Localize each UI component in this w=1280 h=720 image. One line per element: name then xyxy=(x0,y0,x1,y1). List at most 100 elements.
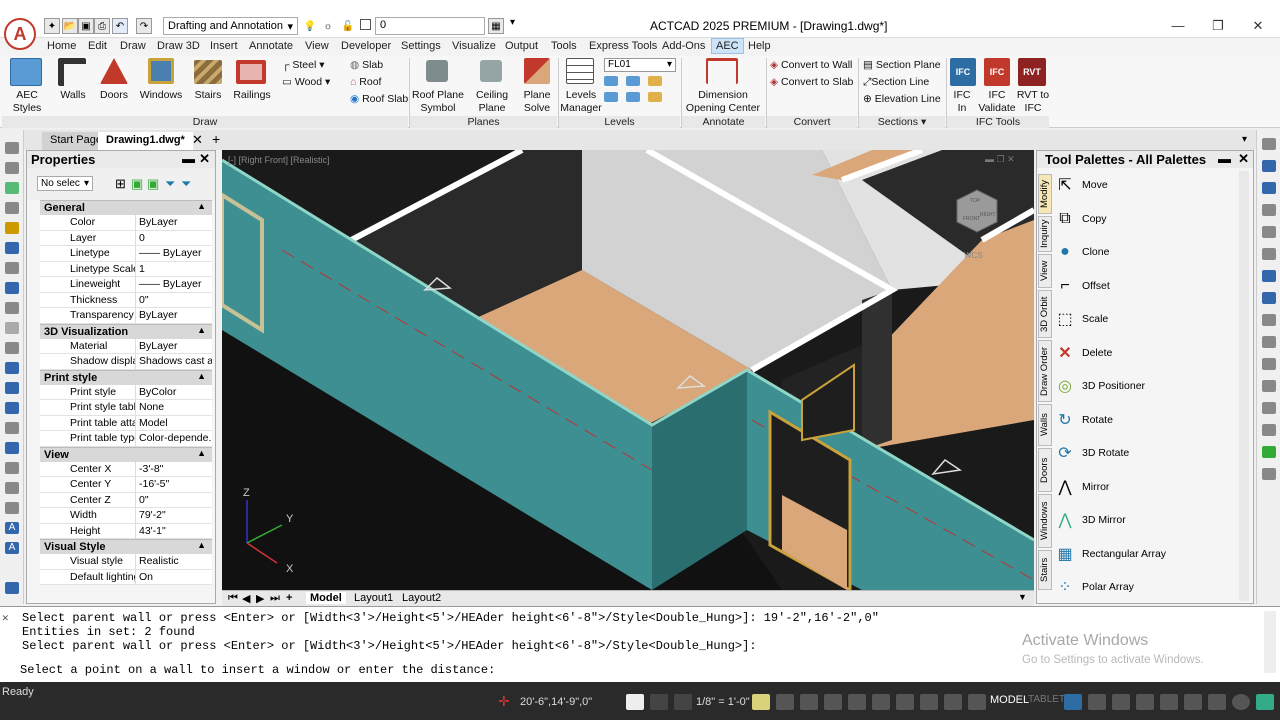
workspace-select[interactable]: Drafting and Annotation ▾ xyxy=(163,17,298,35)
slab-button[interactable]: ◍ Slab xyxy=(350,59,383,72)
menu-visualize[interactable]: Visualize xyxy=(452,40,496,52)
revision-cloud-icon[interactable] xyxy=(5,442,19,454)
levels-manager-button[interactable]: Levels Manager xyxy=(560,89,602,115)
region-icon[interactable] xyxy=(5,342,19,354)
tab-doors[interactable]: Doors xyxy=(1038,448,1052,492)
dynamic-input-icon[interactable] xyxy=(872,694,890,710)
menu-settings[interactable]: Settings xyxy=(401,40,441,52)
property-value[interactable]: Shadows cast a... xyxy=(136,354,212,369)
property-value[interactable]: -3'-8" xyxy=(136,462,212,477)
info-icon[interactable] xyxy=(1232,694,1250,710)
chevron-down-icon[interactable]: ▾ xyxy=(1242,134,1247,145)
osnap-icon[interactable] xyxy=(1262,160,1276,172)
menu-express-tools[interactable]: Express Tools xyxy=(589,40,657,52)
coordinates-readout[interactable]: 20'-6",14'-9",0" xyxy=(520,696,592,708)
rvt-to-ifc-button[interactable]: RVT to IFC xyxy=(1016,89,1050,115)
elevation-line-button[interactable]: ⊕ Elevation Line xyxy=(863,93,941,106)
close-icon[interactable]: ✕ xyxy=(2,611,9,625)
quadrant-icon[interactable] xyxy=(1262,270,1276,282)
undo-icon[interactable]: ↶ xyxy=(112,18,128,34)
quick-select-icon[interactable]: ▣ xyxy=(131,176,143,192)
tool-3d-rotate[interactable]: ⟳ 3D Rotate xyxy=(1052,439,1129,467)
dimension-opening-button[interactable]: Dimension Opening Center xyxy=(684,89,762,115)
tool-rotate[interactable]: ↻ Rotate xyxy=(1052,406,1113,434)
level-tool-icon[interactable] xyxy=(648,76,662,86)
tab-3d-orbit[interactable]: 3D Orbit xyxy=(1038,290,1052,338)
property-row[interactable]: Transparency ByLayer xyxy=(40,308,212,324)
hardware-acceleration-icon[interactable] xyxy=(1136,694,1154,710)
tab-layout1[interactable]: Layout1 xyxy=(350,592,397,604)
lock-ui-icon[interactable] xyxy=(1088,694,1106,710)
convert-to-wall-button[interactable]: ◈ Convert to Wall xyxy=(770,59,852,72)
menu-help[interactable]: Help xyxy=(748,40,771,52)
level-tool-icon[interactable] xyxy=(626,76,640,86)
lightbulb-icon[interactable]: 💡 xyxy=(302,18,318,34)
tab-drawing1[interactable]: Drawing1.dwg* xyxy=(98,132,193,150)
lock-icon[interactable]: 🔓 xyxy=(340,18,356,34)
plane-solve-button[interactable]: Plane Solve xyxy=(520,89,554,115)
layer-select[interactable]: 0 xyxy=(375,17,485,35)
property-row[interactable]: Thickness 0" xyxy=(40,292,212,308)
property-row[interactable]: Visual style Realistic xyxy=(40,554,212,570)
property-row[interactable]: Shadow displayShadows cast a... xyxy=(40,354,212,370)
tool-delete[interactable]: ✕ Delete xyxy=(1052,339,1112,367)
tab-walls[interactable]: Walls xyxy=(1038,404,1052,446)
level-tool-icon[interactable] xyxy=(648,92,662,102)
new-icon[interactable]: ✦ xyxy=(44,18,60,34)
property-value[interactable]: —— ByLayer xyxy=(136,277,212,292)
transparency-icon[interactable] xyxy=(944,694,962,710)
insert-icon[interactable] xyxy=(5,382,19,394)
tool-polar-array[interactable]: ⁘ Polar Array xyxy=(1052,573,1134,601)
tab-modify[interactable]: Modify xyxy=(1038,174,1052,214)
property-section-header[interactable]: Print style ▲ xyxy=(40,369,212,385)
command-prompt[interactable]: Select a point on a wall to insert a win… xyxy=(20,663,495,677)
selection-select[interactable]: No selec ▾ xyxy=(37,176,93,191)
qat-dropdown-icon[interactable]: ▾ xyxy=(510,17,515,28)
menu-annotate[interactable]: Annotate xyxy=(249,40,293,52)
tool-3d-positioner[interactable]: ◎ 3D Positioner xyxy=(1052,372,1145,400)
new-tab-button[interactable]: + xyxy=(212,131,220,147)
property-row[interactable]: Height 43'-1" xyxy=(40,523,212,539)
sun-icon[interactable]: ☼ xyxy=(320,18,336,34)
property-value[interactable]: On xyxy=(136,570,212,585)
tab-windows[interactable]: Windows xyxy=(1038,494,1052,548)
toggle-pickadd-icon[interactable]: ▣ xyxy=(147,176,159,192)
convert-to-slab-button[interactable]: ◈ Convert to Slab xyxy=(770,76,853,89)
circle-icon[interactable] xyxy=(5,242,19,254)
property-row[interactable]: Center X -3'-8" xyxy=(40,461,212,477)
parallel-icon[interactable] xyxy=(1262,446,1276,458)
property-row[interactable]: Print table type Color-depende... xyxy=(40,431,212,447)
palette-scrollbar[interactable] xyxy=(1239,171,1249,601)
menu-output[interactable]: Output xyxy=(505,40,538,52)
minimize-icon[interactable]: ▬ xyxy=(182,151,195,166)
collapse-icon[interactable]: ▲ xyxy=(197,371,206,381)
menu-developer[interactable]: Developer xyxy=(341,40,391,52)
tool-offset[interactable]: ⌐ Offset xyxy=(1052,272,1110,300)
app-logo[interactable]: A xyxy=(4,18,36,50)
close-icon[interactable]: ✕ xyxy=(199,151,210,167)
tab-inquiry[interactable]: Inquiry xyxy=(1038,216,1052,252)
rectangle-icon[interactable] xyxy=(5,262,19,274)
property-value[interactable]: 79'-2" xyxy=(136,508,212,523)
property-value[interactable]: ByLayer xyxy=(136,215,212,230)
midpoint-icon[interactable] xyxy=(1262,204,1276,216)
lweight-icon[interactable] xyxy=(848,694,866,710)
level-select[interactable]: FL01 ▾ xyxy=(604,58,676,72)
perpendicular-icon[interactable] xyxy=(1262,358,1276,370)
tool-mirror[interactable]: ⋀ Mirror xyxy=(1052,473,1109,501)
roof-button[interactable]: ⌂ Roof xyxy=(350,76,381,89)
ifc-validate-button[interactable]: IFC Validate xyxy=(976,89,1018,115)
center-icon[interactable] xyxy=(1262,226,1276,238)
select-objects-icon[interactable]: ⊞ xyxy=(115,176,126,192)
endpoint-icon[interactable] xyxy=(1262,182,1276,194)
extension-icon[interactable] xyxy=(1262,314,1276,326)
railings-button[interactable]: Railings xyxy=(230,89,274,102)
property-row[interactable]: Center Z 0" xyxy=(40,492,212,508)
selection-cycling-icon[interactable] xyxy=(920,694,938,710)
property-value[interactable]: None xyxy=(136,400,212,415)
roof-slab-button[interactable]: ◉ Roof Slab xyxy=(350,93,408,106)
property-value[interactable]: 1 xyxy=(136,262,212,277)
3d-osnap-icon[interactable] xyxy=(968,694,986,710)
gradient-icon[interactable] xyxy=(5,502,19,514)
tangent-icon[interactable] xyxy=(1262,380,1276,392)
